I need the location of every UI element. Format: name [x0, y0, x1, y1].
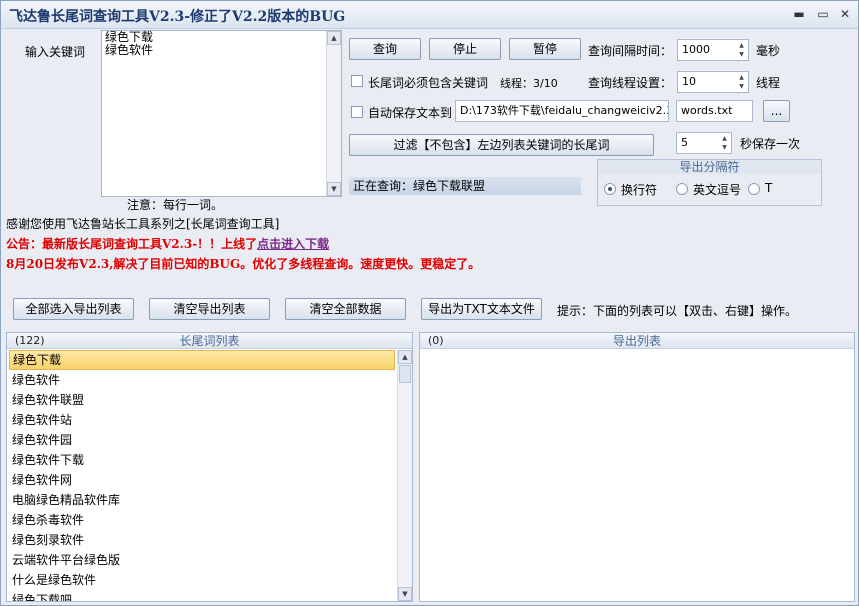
title-bar[interactable]: 飞达鲁长尾词查询工具V2.3-修正了V2.2版本的BUG ▬ ▭ ✕: [1, 1, 858, 29]
must-contain-label: 长尾词必须包含关键词: [368, 76, 489, 90]
separator-group: 导出分隔符 换行符 英文逗号 T: [597, 159, 822, 206]
minimize-icon[interactable]: ▬: [789, 5, 809, 23]
export-txt-button[interactable]: 导出为TXT文本文件: [421, 298, 542, 320]
list-hint: 提示：下面的列表可以【双击、右键】操作。: [557, 304, 798, 318]
download-link[interactable]: 点击进入下载: [257, 237, 329, 251]
keyword-input-label: 输入关键词: [25, 45, 86, 59]
query-status: 正在查询：绿色下载联盟: [349, 177, 581, 195]
radio-newline[interactable]: [604, 183, 616, 195]
list-item[interactable]: 云端软件平台绿色版: [9, 550, 395, 570]
list-item[interactable]: 绿色软件网: [9, 470, 395, 490]
radio-custom[interactable]: [748, 183, 760, 195]
keyword-note: 注意：每行一词。: [127, 198, 224, 212]
longtail-list-title: 长尾词列表: [179, 334, 240, 348]
keyword-scrollbar[interactable]: ▲ ▼: [326, 31, 341, 196]
scroll-up-icon[interactable]: ▲: [327, 31, 341, 45]
list-item[interactable]: 绿色软件联盟: [9, 390, 395, 410]
release-notes: 8月20日发布V2.3,解决了目前已知的BUG。优化了多线程查询。速度更快。更稳…: [6, 257, 481, 271]
scroll-up-icon[interactable]: ▲: [398, 350, 412, 364]
separator-group-title: 导出分隔符: [598, 160, 821, 174]
scroll-down-icon[interactable]: ▼: [398, 587, 412, 601]
save-interval-stepper[interactable]: 5 ▲ ▼: [676, 132, 732, 154]
autosave-file-field[interactable]: words.txt: [676, 100, 753, 122]
stepper-down-icon[interactable]: ▼: [736, 50, 747, 59]
query-button[interactable]: 查询: [349, 38, 421, 60]
autosave-checkbox[interactable]: [351, 106, 363, 118]
list-item[interactable]: 电脑绿色精品软件库: [9, 490, 395, 510]
list-item[interactable]: 绿色下载吧: [9, 590, 395, 601]
list-item[interactable]: 什么是绿色软件: [9, 570, 395, 590]
stepper-up-icon[interactable]: ▲: [736, 73, 747, 82]
list-item[interactable]: 绿色软件园: [9, 430, 395, 450]
interval-value: 1000: [682, 43, 710, 56]
threads-stepper[interactable]: 10 ▲ ▼: [677, 71, 749, 93]
autosave-label: 自动保存文本到: [368, 106, 453, 120]
stepper-up-icon[interactable]: ▲: [719, 134, 730, 143]
thanks-text: 感谢您使用飞达鲁站长工具系列之[长尾词查询工具]: [6, 217, 280, 231]
list-item[interactable]: 绿色软件: [9, 370, 395, 390]
must-contain-checkbox[interactable]: [351, 75, 363, 87]
browse-button[interactable]: ...: [763, 100, 790, 122]
stop-button[interactable]: 停止: [429, 38, 501, 60]
keyword-line: 绿色软件: [105, 43, 154, 57]
list-item[interactable]: 绿色下载: [9, 350, 395, 370]
app-window: 飞达鲁长尾词查询工具V2.3-修正了V2.2版本的BUG ▬ ▭ ✕ 输入关键词…: [0, 0, 859, 606]
list-item[interactable]: 绿色软件站: [9, 410, 395, 430]
save-interval-unit: 秒保存一次: [740, 137, 801, 151]
threads-unit: 线程: [756, 76, 781, 90]
filter-button[interactable]: 过滤【不包含】左边列表关键词的长尾词: [349, 134, 654, 156]
list-item[interactable]: 绿色刻录软件: [9, 530, 395, 550]
notice-text: 公告：最新版长尾词查询工具V2.3-！！上线了: [6, 237, 258, 251]
radio-custom-label: T: [765, 181, 773, 195]
radio-newline-label: 换行符: [621, 183, 658, 197]
save-interval-value: 5: [681, 136, 688, 149]
clear-export-button[interactable]: 清空导出列表: [149, 298, 270, 320]
export-list-title: 导出列表: [612, 334, 661, 348]
longtail-scrollbar[interactable]: ▲ ▼: [397, 350, 412, 601]
thread-status: 线程：3/10: [500, 77, 558, 90]
interval-label: 查询间隔时间：: [588, 44, 673, 58]
interval-stepper[interactable]: 1000 ▲ ▼: [677, 39, 749, 61]
stepper-down-icon[interactable]: ▼: [719, 143, 730, 152]
list-item[interactable]: 绿色杀毒软件: [9, 510, 395, 530]
select-all-export-button[interactable]: 全部选入导出列表: [13, 298, 134, 320]
scroll-down-icon[interactable]: ▼: [327, 182, 341, 196]
window-title: 飞达鲁长尾词查询工具V2.3-修正了V2.2版本的BUG: [9, 9, 346, 25]
list-item[interactable]: 绿色软件下载: [9, 450, 395, 470]
scroll-thumb[interactable]: [399, 365, 411, 383]
notice-line: 公告：最新版长尾词查询工具V2.3-！！上线了点击进入下载: [6, 235, 329, 252]
maximize-icon[interactable]: ▭: [813, 5, 833, 23]
autosave-path-field[interactable]: D:\173软件下载\feidalu_changweiciv2.3\: [455, 100, 669, 122]
radio-comma[interactable]: [676, 183, 688, 195]
pause-button[interactable]: 暂停: [509, 38, 581, 60]
threads-value: 10: [682, 75, 696, 88]
export-list-header: 导出列表 (0): [420, 333, 854, 349]
clear-all-button[interactable]: 清空全部数据: [285, 298, 406, 320]
export-count: (0): [428, 334, 444, 347]
export-list[interactable]: 导出列表 (0): [419, 332, 855, 602]
longtail-list[interactable]: 长尾词列表 (122) 绿色下载 绿色软件 绿色软件联盟 绿色软件站 绿色软件园…: [6, 332, 413, 602]
stepper-down-icon[interactable]: ▼: [736, 82, 747, 91]
keyword-textarea[interactable]: 绿色下载 绿色软件 ▲ ▼: [101, 30, 342, 197]
keyword-lines: 绿色下载 绿色软件: [105, 31, 153, 57]
stepper-up-icon[interactable]: ▲: [736, 41, 747, 50]
close-icon[interactable]: ✕: [835, 5, 855, 23]
interval-unit: 毫秒: [756, 44, 781, 58]
longtail-count: (122): [15, 334, 45, 347]
threads-label: 查询线程设置：: [588, 76, 673, 90]
radio-comma-label: 英文逗号: [693, 183, 742, 197]
longtail-list-header: 长尾词列表 (122): [7, 333, 412, 349]
